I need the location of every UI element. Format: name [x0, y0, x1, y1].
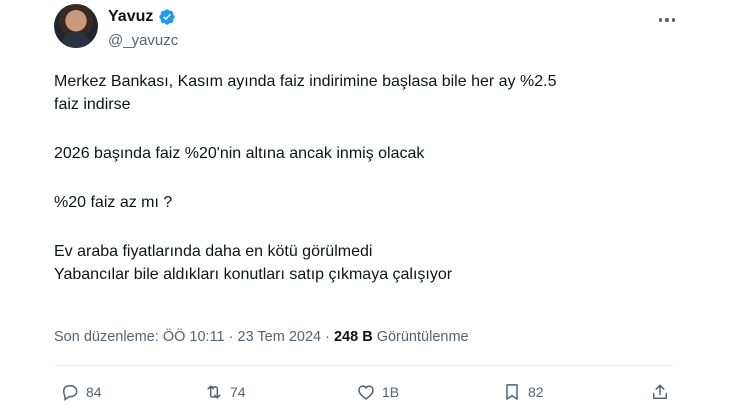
like-count: 1B: [382, 384, 400, 400]
repost-count: 74: [230, 384, 246, 400]
author-name[interactable]: Yavuz: [108, 8, 153, 26]
bookmark-count: 82: [528, 384, 544, 400]
tweet-line: Ev araba fiyatlarında daha en kötü görül…: [54, 243, 373, 260]
views-label: Görüntülenme: [372, 329, 469, 345]
more-options-icon[interactable]: [654, 10, 680, 30]
tweet-line: Merkez Bankası, Kasım ayında faiz indiri…: [54, 73, 557, 90]
repost-button[interactable]: 74: [204, 382, 246, 402]
share-button[interactable]: [650, 382, 670, 402]
divider: [54, 365, 674, 366]
verified-badge-icon[interactable]: [158, 8, 176, 26]
repost-icon: [207, 385, 221, 399]
action-bar: 84 74 1B 82: [54, 382, 674, 410]
tweet-text: Merkez Bankası, Kasım ayında faiz indiri…: [54, 70, 694, 286]
edited-timestamp[interactable]: Son düzenleme: ÖÖ 10:11 · 23 Tem 2024 ·: [54, 329, 334, 345]
tweet-line: %20 faiz az mı ?: [54, 194, 173, 211]
dot: [671, 18, 676, 22]
tweet-header: Yavuz @_yavuzc: [54, 4, 694, 56]
tweet-meta: Son düzenleme: ÖÖ 10:11 · 23 Tem 2024 · …: [54, 329, 469, 345]
like-icon: [358, 385, 374, 400]
bookmark-button[interactable]: 82: [502, 382, 544, 402]
reply-icon: [62, 385, 78, 401]
tweet-line: faiz indirse: [54, 96, 131, 113]
reply-count: 84: [86, 384, 102, 400]
bookmark-icon: [506, 384, 518, 400]
author-handle[interactable]: @_yavuzc: [108, 32, 178, 49]
dot: [665, 18, 669, 22]
like-button[interactable]: 1B: [356, 382, 399, 402]
reply-button[interactable]: 84: [60, 382, 102, 402]
dot: [658, 18, 663, 22]
share-icon: [653, 384, 667, 399]
tweet-line: Yabancılar bile aldıkları konutları satı…: [54, 266, 453, 283]
avatar[interactable]: [54, 4, 98, 48]
views-count: 248 B: [333, 329, 373, 345]
tweet-line: 2026 başında faiz %20'nin altına ancak i…: [54, 145, 425, 162]
author-name-row: Yavuz: [108, 8, 176, 26]
